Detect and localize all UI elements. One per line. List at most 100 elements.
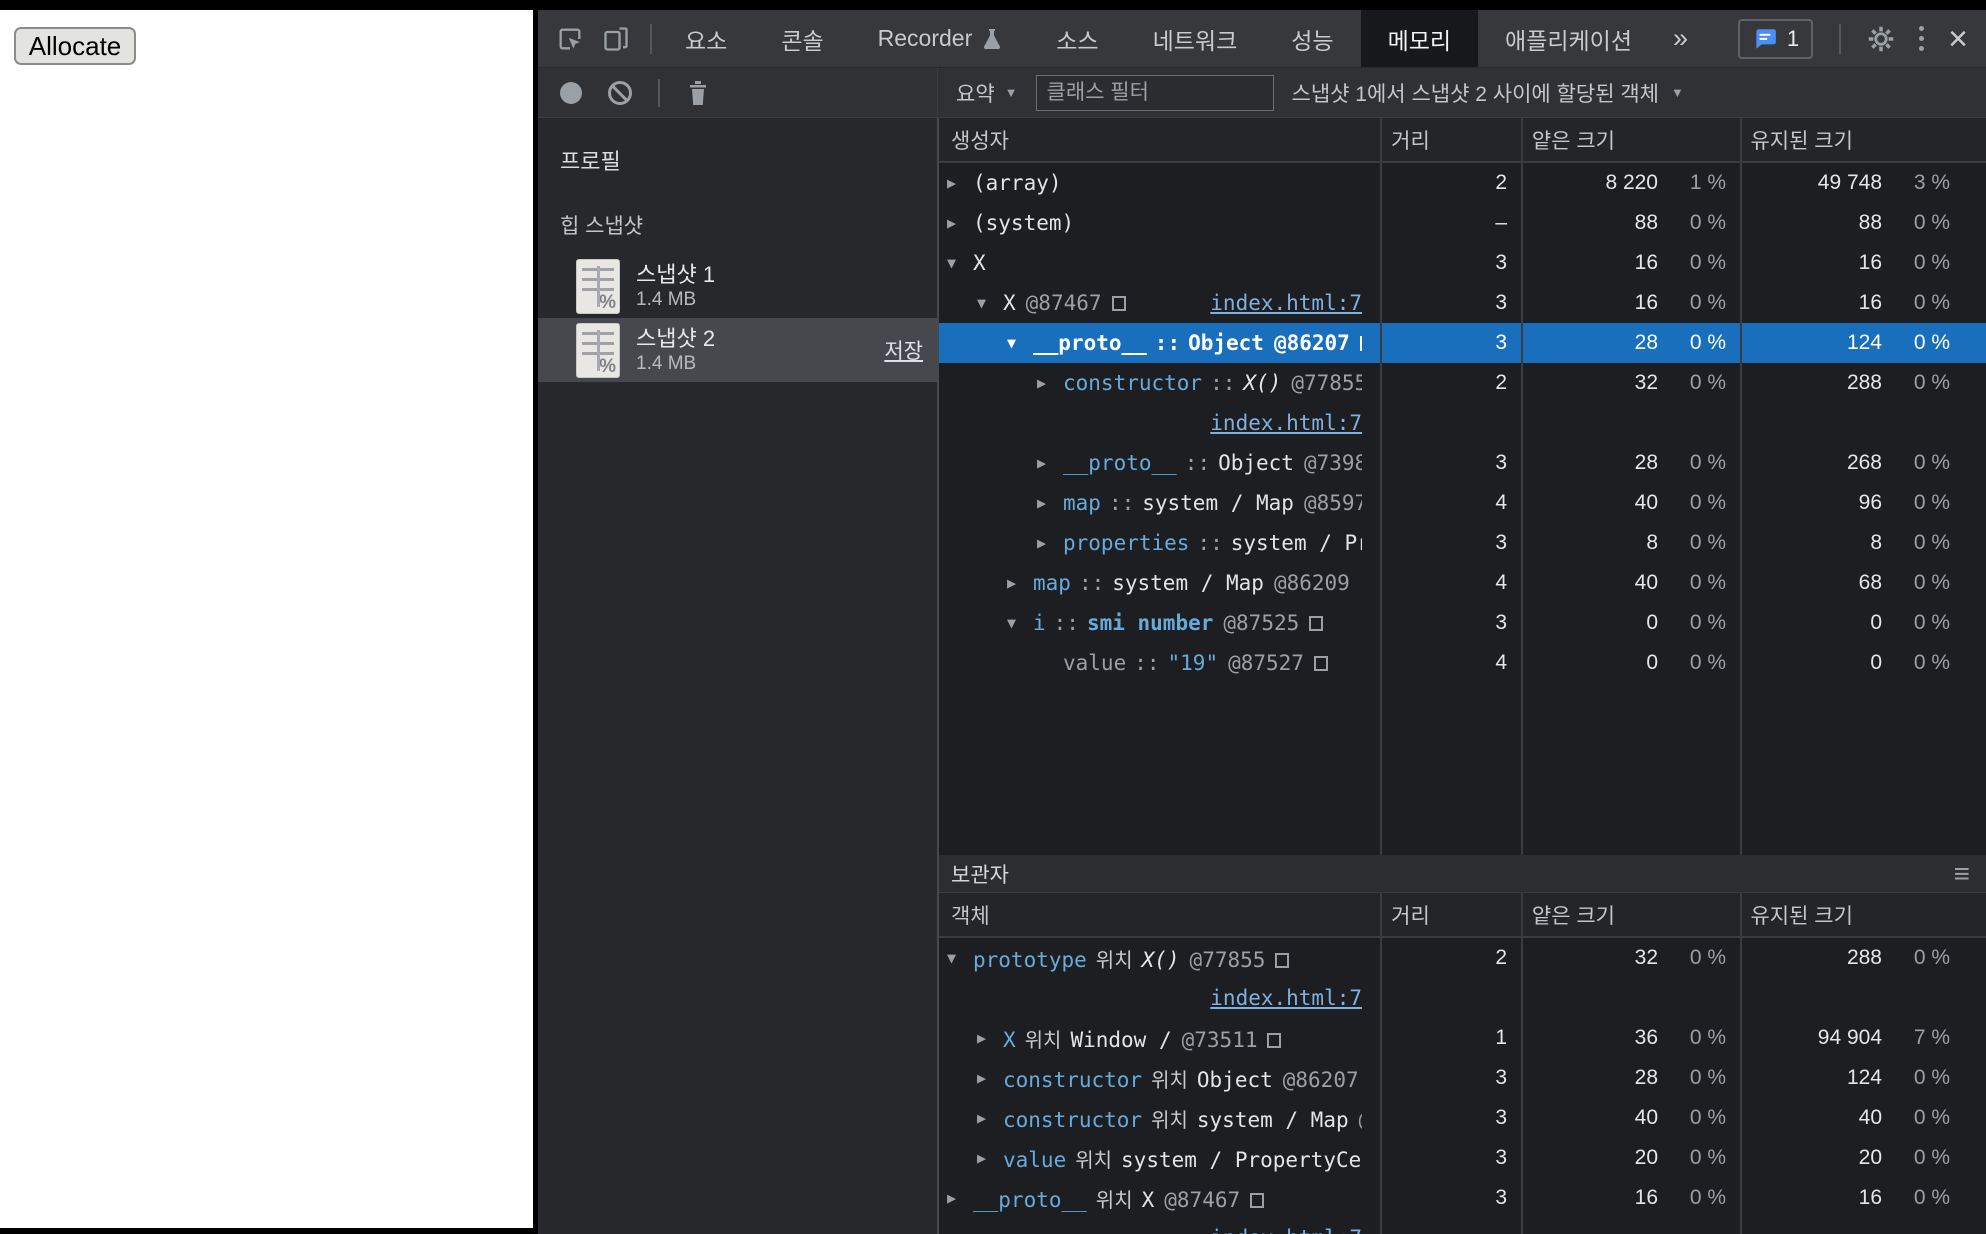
heap-grid-row[interactable]: ▶ properties:: system / Pr 3 8 0 % 8 0 % <box>939 523 1986 563</box>
separator: :: <box>1053 611 1079 635</box>
size-percent: 0 % <box>1913 211 1950 234</box>
menu-dots-icon[interactable] <box>1915 26 1928 51</box>
expand-arrow-icon[interactable]: ▶ <box>977 1149 1003 1167</box>
source-link[interactable]: index.html:7 <box>1210 411 1362 435</box>
save-snapshot-link[interactable]: 저장 <box>884 335 923 365</box>
retainer-row[interactable]: ▶ value 위치 system / PropertyCe 3 20 0 % 20 0 % <box>939 1138 1986 1178</box>
issues-button[interactable]: 1 <box>1737 18 1814 59</box>
retained-size-cell: 0 0 % <box>1740 651 1986 675</box>
expand-arrow-icon[interactable]: ▼ <box>1007 334 1033 352</box>
heap-grid-row[interactable]: ▶ __proto__:: Object @7398 3 28 0 % 268 0 % <box>939 443 1986 483</box>
size-percent: 0 % <box>1689 491 1726 514</box>
heap-grid-row[interactable]: ▶ constructor:: X() @77855 2 32 0 % 288 0 % <box>939 363 1986 403</box>
tab-네트워크[interactable]: 네트워크 <box>1126 10 1265 67</box>
node-label: constructor 위치 system / Map @ <box>1003 1104 1362 1133</box>
snapshot-item[interactable]: % 스냅샷 1 1.4 MB <box>538 254 937 318</box>
column-header-shallow-size[interactable]: 얕은 크기 <box>1520 900 1739 930</box>
expand-arrow-icon[interactable]: ▶ <box>1037 374 1063 392</box>
heap-grid-row[interactable]: ▶ map:: system / Map @8597 4 40 0 % 96 0 % <box>939 483 1986 523</box>
class-filter-input[interactable] <box>1035 74 1274 111</box>
tab-요소[interactable]: 요소 <box>658 10 754 67</box>
perspective-select[interactable]: 요약 ▼ <box>956 78 1018 108</box>
tab-소스[interactable]: 소스 <box>1029 10 1125 67</box>
name-cell: ▶ constructor:: X() @77855 <box>939 371 1380 395</box>
size-percent: 0 % <box>1913 1066 1950 1089</box>
device-toolbar-icon[interactable] <box>602 25 630 53</box>
node-label: properties:: system / Pr <box>1063 531 1362 555</box>
expand-arrow-icon[interactable]: ▶ <box>977 1069 1003 1087</box>
snapshot-item[interactable]: % 스냅샷 2 1.4 MB 저장 <box>538 318 937 382</box>
retainer-row[interactable]: ▶constructor 위치 system / Map @3 40 0 % 40 0 % <box>939 1098 1986 1138</box>
column-divider[interactable] <box>1521 118 1523 855</box>
heap-grid-row[interactable]: ▼ X 3 16 0 % 16 0 % <box>939 243 1986 283</box>
object-id: @ <box>1359 1108 1362 1132</box>
settings-gear-icon[interactable] <box>1867 25 1895 53</box>
column-header-shallow-size[interactable]: 얕은 크기 <box>1520 125 1739 155</box>
retainer-row[interactable]: ▶ __proto__ 위치 X @87467 3 16 0 % 16 0 % <box>939 1178 1986 1218</box>
heap-grid-row[interactable]: ▼ i:: smi number @87525 3 0 0 % 0 0 % <box>939 603 1986 643</box>
tab-Recorder[interactable]: Recorder <box>851 10 1030 67</box>
tab-메모리[interactable]: 메모리 <box>1360 10 1479 67</box>
retainer-row[interactable]: ▶ constructor 위치 Object @86207 3 28 0 % 124 0 % <box>939 1058 1986 1098</box>
tab-label: 요소 <box>685 27 728 54</box>
column-header-object[interactable]: 객체 <box>939 900 1379 930</box>
size-percent: 0 % <box>1689 531 1726 554</box>
column-divider[interactable] <box>1740 118 1742 855</box>
tab-애플리케이션[interactable]: 애플리케이션 <box>1478 10 1659 67</box>
object-type: X <box>1141 1187 1155 1212</box>
source-link[interactable]: index.html:7 <box>1210 291 1362 315</box>
node-label: constructor 위치 Object @86207 <box>1003 1064 1359 1093</box>
retainer-row[interactable]: ▼ prototype 위치 X() @77855 2 32 0 % 288 0 % <box>939 938 1986 978</box>
heap-grid-row[interactable]: ▼ X @87467 index.html:7 3 16 0 % 16 0 % <box>939 283 1986 323</box>
hamburger-menu-icon[interactable]: ≡ <box>1954 859 1970 888</box>
object-type: Object <box>1218 451 1294 475</box>
snapshot-text: 스냅샷 2 1.4 MB <box>636 325 715 376</box>
size-percent: 0 % <box>1689 1146 1726 1169</box>
expand-arrow-icon[interactable]: ▶ <box>1037 454 1063 472</box>
expand-arrow-icon[interactable]: ▼ <box>977 294 1003 312</box>
column-header-distance[interactable]: 거리 <box>1379 900 1520 930</box>
heap-grid-row[interactable]: ▼ __proto__:: Object @86207 3 28 0 % 124 0 % <box>939 323 1986 363</box>
expand-arrow-icon[interactable]: ▶ <box>947 214 973 232</box>
more-tabs-button[interactable]: » <box>1659 23 1702 54</box>
source-link[interactable]: index.html:7 <box>1210 1226 1362 1234</box>
shallow-size-cell: 0 0 % <box>1521 611 1740 635</box>
distance-cell: 3 <box>1495 611 1507 634</box>
column-header-retained-size[interactable]: 유지된 크기 <box>1738 125 1986 155</box>
expand-arrow-icon[interactable]: ▼ <box>947 949 973 967</box>
expand-arrow-icon[interactable]: ▶ <box>947 1189 973 1207</box>
expand-arrow-icon[interactable]: ▶ <box>977 1109 1003 1127</box>
expand-arrow-icon[interactable]: ▶ <box>1007 574 1033 592</box>
tab-성능[interactable]: 성능 <box>1264 10 1360 67</box>
size-value: 88 <box>1858 211 1882 234</box>
object-ref-icon <box>1359 336 1362 351</box>
close-devtools-icon[interactable]: × <box>1948 22 1968 56</box>
heap-grid-row[interactable]: value:: "19" @87527 4 0 0 % 0 0 % <box>939 643 1986 683</box>
allocate-button[interactable]: Allocate <box>14 27 136 65</box>
expand-arrow-icon[interactable]: ▼ <box>947 254 973 272</box>
record-icon[interactable] <box>560 81 582 104</box>
column-divider[interactable] <box>1380 118 1382 855</box>
heap-grid-row[interactable]: ▶ (array) 2 8 220 1 % 49 748 3 % <box>939 163 1986 203</box>
expand-arrow-icon[interactable]: ▼ <box>1007 614 1033 632</box>
column-header-retained-size[interactable]: 유지된 크기 <box>1738 900 1986 930</box>
property-name: value <box>1063 651 1127 675</box>
column-divider[interactable] <box>1521 893 1523 1234</box>
delete-profile-icon[interactable] <box>686 80 710 106</box>
heap-grid-row[interactable]: ▶ map:: system / Map @86209 4 40 0 % 68 0 % <box>939 563 1986 603</box>
column-divider[interactable] <box>1380 893 1382 1234</box>
expand-arrow-icon[interactable]: ▶ <box>1037 494 1063 512</box>
column-header-distance[interactable]: 거리 <box>1379 125 1520 155</box>
source-link[interactable]: index.html:7 <box>1210 986 1362 1010</box>
expand-arrow-icon[interactable]: ▶ <box>1037 534 1063 552</box>
clear-icon[interactable] <box>608 80 632 105</box>
column-header-constructor[interactable]: 생성자 <box>939 125 1379 155</box>
heap-grid-row[interactable]: ▶ (system) – 88 0 % 88 0 % <box>939 203 1986 243</box>
column-divider[interactable] <box>1740 893 1742 1234</box>
tab-콘솔[interactable]: 콘솔 <box>754 10 850 67</box>
expand-arrow-icon[interactable]: ▶ <box>947 174 973 192</box>
expand-arrow-icon[interactable]: ▶ <box>977 1029 1003 1047</box>
snapshot-scope-select[interactable]: 스냅샷 1에서 스냅샷 2 사이에 할당된 객체 ▼ <box>1292 78 1684 108</box>
retainer-row[interactable]: ▶ X 위치 Window / @73511 1 36 0 % 94 904 7 % <box>939 1018 1986 1058</box>
inspect-element-icon[interactable] <box>556 25 584 53</box>
